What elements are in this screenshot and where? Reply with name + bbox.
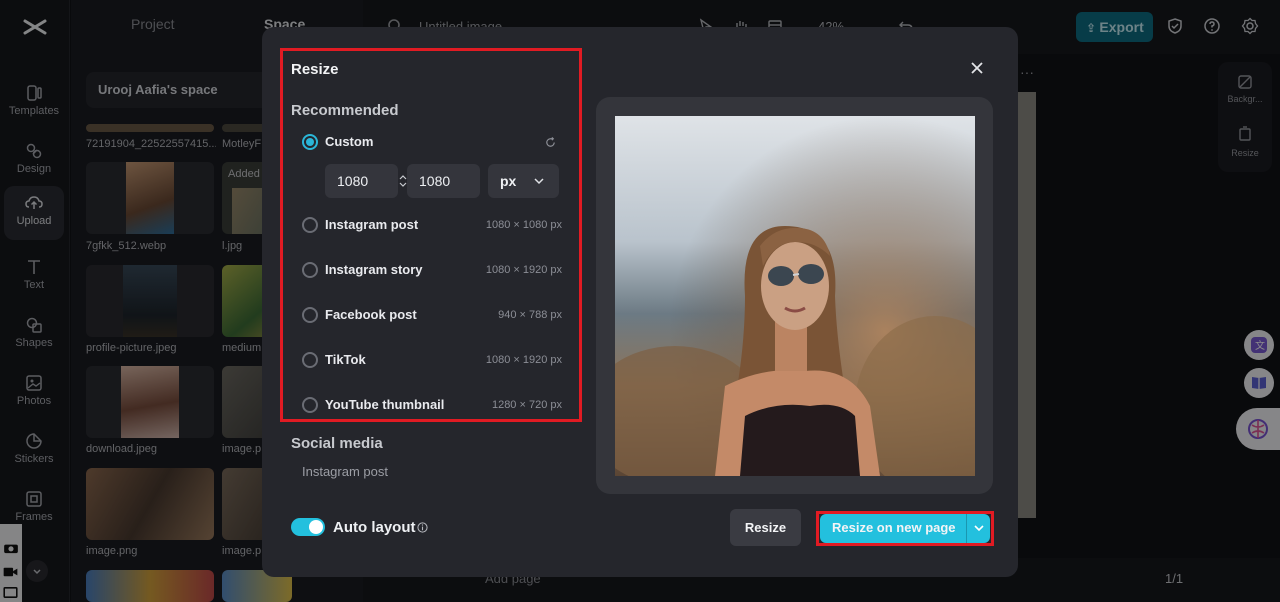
highlight-box	[280, 48, 582, 422]
resize-on-new-page-button[interactable]: Resize on new page	[820, 514, 990, 543]
social-media-item[interactable]: Instagram post	[302, 464, 388, 479]
close-icon[interactable]	[968, 59, 986, 77]
portrait-photo	[615, 116, 975, 476]
preview-image	[615, 116, 975, 476]
info-icon[interactable]	[417, 522, 428, 533]
resize-new-page-label: Resize on new page	[832, 520, 956, 535]
resize-dialog: Resize Recommended Custom 1080 1080 px I…	[262, 27, 1018, 577]
social-media-heading: Social media	[291, 435, 383, 452]
resize-button[interactable]: Resize	[730, 509, 801, 546]
preview-panel	[596, 97, 993, 494]
auto-layout-label: Auto layout	[333, 519, 416, 536]
button-divider	[966, 514, 967, 543]
auto-layout-toggle[interactable]	[291, 518, 325, 536]
chevron-down-icon[interactable]	[973, 522, 985, 534]
